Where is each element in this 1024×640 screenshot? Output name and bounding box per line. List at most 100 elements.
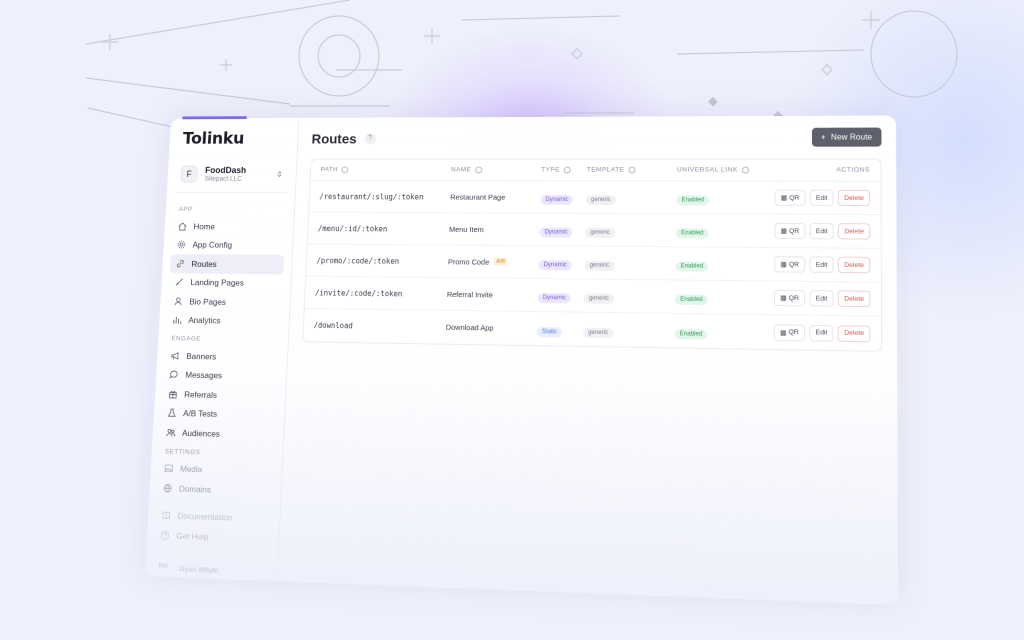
type-badge: Static [536,326,563,338]
user-profile[interactable]: RW Ryan Whyte [152,545,270,577]
link-icon [175,259,185,269]
delete-button[interactable]: Delete [837,290,871,308]
qr-button[interactable]: ▦ QR [773,323,806,341]
qr-button[interactable]: ▦ QR [774,222,806,240]
sidebar-item-banners[interactable]: Banners [164,346,280,367]
new-route-button[interactable]: + New Route [811,127,882,147]
edit-button[interactable]: Edit [809,222,834,240]
route-path: /restaurant/:slug/:token [319,191,424,201]
template-badge: generic [585,195,616,206]
chevron-updown-icon: ⇕ [276,169,283,179]
type-badge: Dynamic [538,260,573,271]
template-badge: generic [582,327,614,338]
column-header-type: TYPE [541,167,587,174]
workspace-switcher[interactable]: F FoodDash Sitepact LLC ⇕ [174,159,289,194]
help-icon [160,530,170,540]
type-badge: Dynamic [539,227,573,238]
sidebar-item-messages[interactable]: Messages [163,365,279,386]
route-path: /download [313,320,353,331]
edit-button[interactable]: Edit [809,324,834,342]
edit-button[interactable]: Edit [809,290,834,307]
sidebar-item-referrals[interactable]: Referrals [162,384,278,406]
sidebar-item-label: Audiences [181,427,221,439]
table-row[interactable]: /download Download App Static generic En… [303,309,881,351]
sidebar: Tolinku F FoodDash Sitepact LLC ⇕ APP Ho… [144,116,300,582]
globe-icon [163,483,173,493]
workspace-avatar: F [180,165,198,183]
sidebar-item-label: App Config [192,240,233,250]
column-header-path: PATH [320,166,451,174]
route-name: Download App [445,322,494,333]
table-row[interactable]: /restaurant/:slug/:token Restaurant Page… [309,180,881,216]
qr-icon: ▦ [780,329,787,337]
sidebar-item-landing-pages[interactable]: Landing Pages [169,273,284,293]
workspace-org: Sitepact LLC [204,175,243,183]
type-badge: Dynamic [537,293,572,304]
type-badge: Dynamic [540,194,574,205]
sidebar-item-label: Landing Pages [190,277,245,288]
route-name: Menu Item [448,224,484,234]
table-header: PATH NAME TYPE TEMPLATE UNIVERSAL LINK A… [310,159,881,182]
sidebar-item-label: Banners [186,350,217,362]
sidebar-item-routes[interactable]: Routes [169,254,285,274]
gift-icon [168,389,178,399]
route-path: /promo/:code/:token [316,255,400,266]
column-header-name: NAME [451,167,541,174]
brand-accent-bar [182,116,248,120]
page-title: Routes [311,130,357,146]
sidebar-item-analytics[interactable]: Analytics [166,310,281,331]
route-name: Referral Invite [446,289,494,299]
edit-button[interactable]: Edit [809,256,834,273]
book-icon [161,510,171,520]
route-path: /invite/:code/:token [314,287,403,298]
info-icon [741,166,750,174]
route-path: /menu/:id/:token [317,223,388,233]
brush-icon [174,277,184,287]
edit-button[interactable]: Edit [809,189,834,206]
new-route-label: New Route [830,132,873,142]
info-icon [563,166,571,174]
sidebar-item-label: Referrals [184,389,218,400]
flask-icon [167,408,177,418]
template-badge: generic [583,293,614,304]
gear-icon [177,240,187,250]
info-icon [341,166,349,174]
column-header-template: TEMPLATE [587,167,677,174]
delete-button[interactable]: Delete [837,256,871,274]
delete-button[interactable]: Delete [837,223,871,240]
sidebar-item-label: Domains [178,483,212,495]
user-icon [173,296,183,306]
sidebar-item-label: A/B Tests [182,408,218,420]
sidebar-item-bio-pages[interactable]: Bio Pages [167,292,282,312]
app-window: Tolinku F FoodDash Sitepact LLC ⇕ APP Ho… [144,115,899,606]
user-name: Ryan Whyte [179,563,219,575]
plus-icon: + [820,132,826,142]
table-row[interactable]: /menu/:id/:token Menu Item Dynamic gener… [307,212,881,249]
avatar: RW [158,563,169,570]
universal-link-badge: Enabled [674,294,708,306]
main-content: Routes ? + New Route PATH NAME TYPE TEMP… [278,116,899,606]
sidebar-item-app-config[interactable]: App Config [171,235,286,255]
qr-button[interactable]: ▦ QR [773,289,806,307]
app-logo[interactable]: Tolinku [176,125,291,159]
section-label-engage: ENGAGE [171,335,202,343]
delete-button[interactable]: Delete [837,189,871,207]
sidebar-item-label: Analytics [188,315,221,326]
universal-link-badge: Enabled [674,328,708,340]
sidebar-item-label: Media [179,463,203,475]
column-header-universal-link: UNIVERSAL LINK [677,167,775,174]
delete-button[interactable]: Delete [837,324,871,342]
help-icon[interactable]: ? [364,132,376,144]
sidebar-link-label: Documentation [177,510,233,523]
qr-button[interactable]: ▦ QR [774,256,806,273]
image-icon [164,463,174,473]
users-icon [166,427,176,437]
info-icon [475,166,483,174]
sidebar-item-label: Routes [191,258,218,269]
sidebar-item-home[interactable]: Home [172,217,286,236]
qr-icon: ▦ [780,227,788,235]
workspace-name: FoodDash [204,165,247,175]
qr-button[interactable]: ▦ QR [774,189,806,206]
sidebar-item-label: Bio Pages [189,296,227,307]
info-icon [628,166,636,174]
